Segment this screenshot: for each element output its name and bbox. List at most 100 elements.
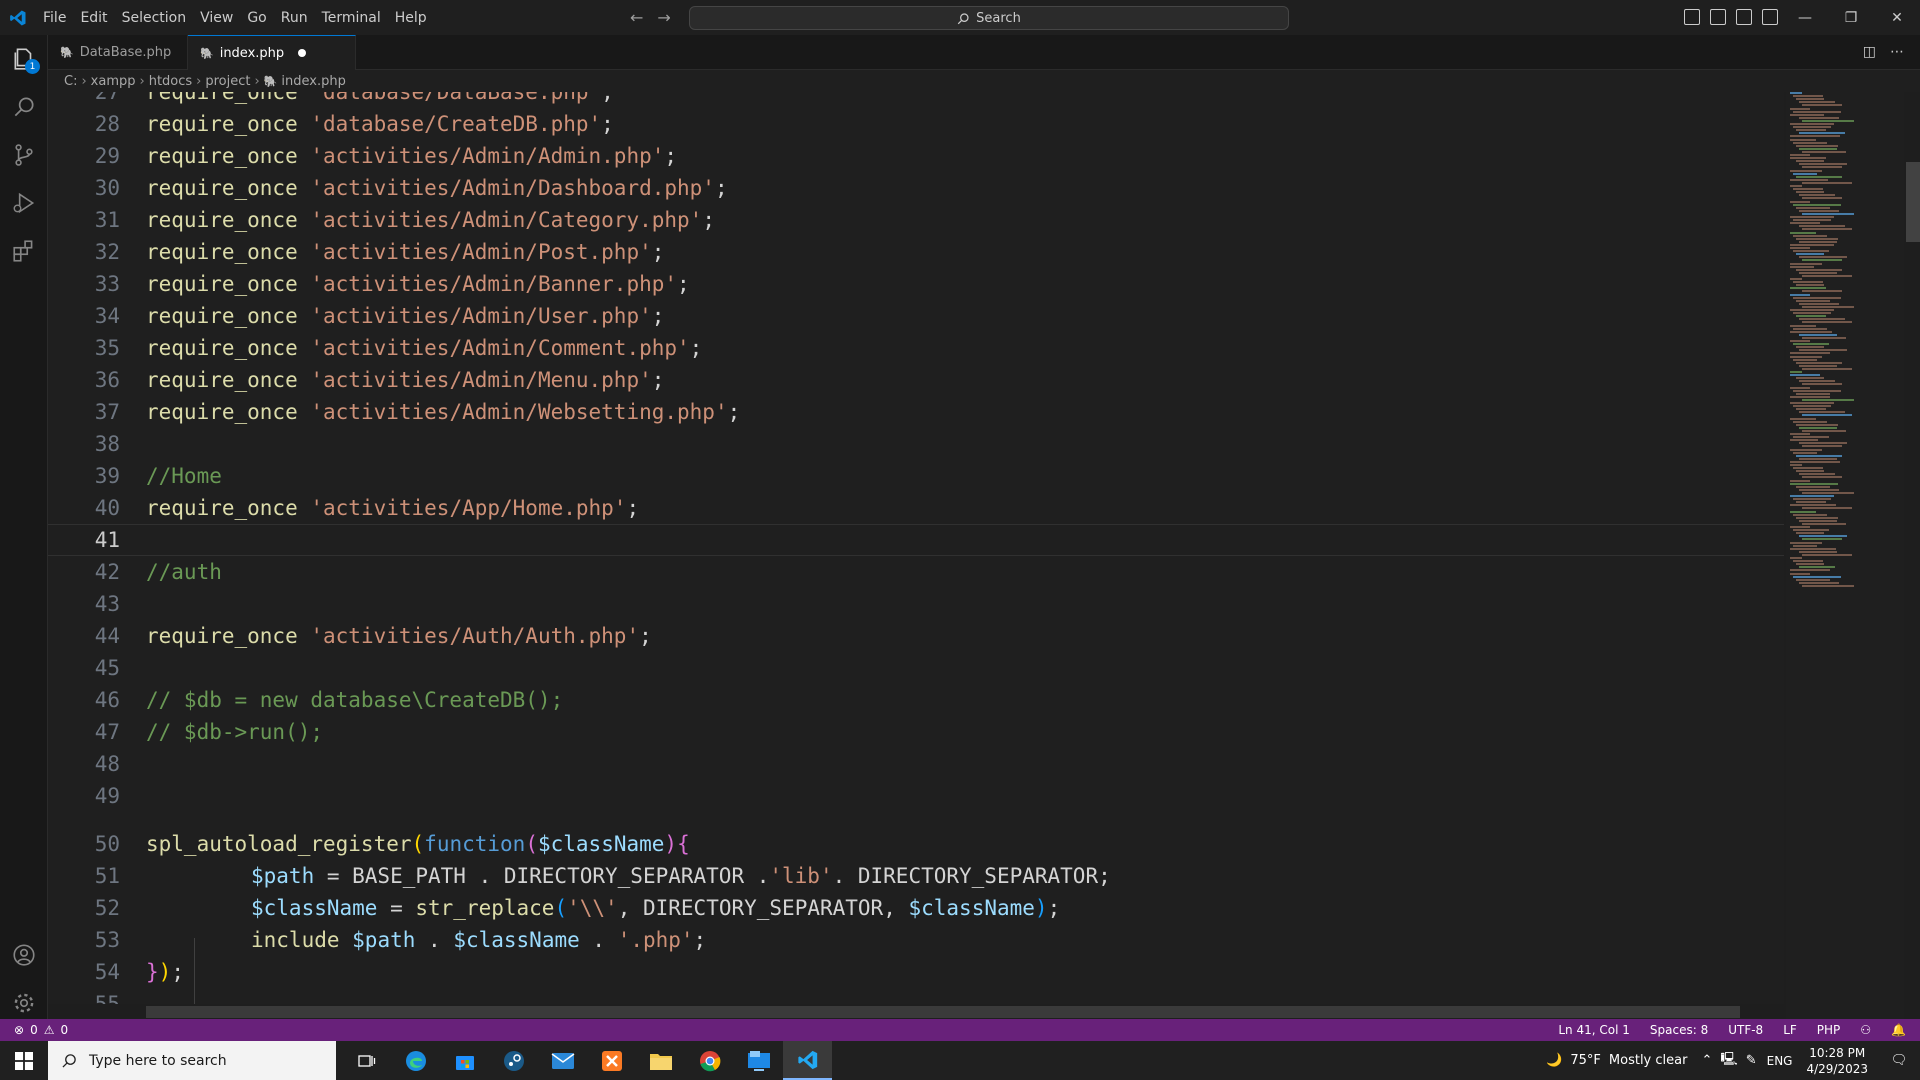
accounts-button[interactable] [0,931,48,979]
cursor-position[interactable]: Ln 41, Col 1 [1558,1023,1630,1037]
language-mode[interactable]: PHP [1817,1023,1841,1037]
code-line: 50 spl_autoload_register(function($class… [48,828,1784,860]
minimap-line [1793,312,1831,315]
back-arrow-icon[interactable]: ← [630,8,643,27]
menu-edit[interactable]: Edit [73,0,114,35]
menu-selection[interactable]: Selection [115,0,194,35]
explorer-button[interactable]: 1 [0,35,48,83]
vscode-app[interactable] [783,1041,832,1080]
code-line: 48 [48,748,1784,780]
chrome-app[interactable] [685,1041,734,1080]
indentation[interactable]: Spaces: 8 [1650,1023,1708,1037]
menu-help[interactable]: Help [388,0,434,35]
file-explorer-app[interactable] [636,1041,685,1080]
horizontal-scrollbar[interactable] [146,1006,1740,1018]
weather-desc[interactable]: Mostly clear [1609,1053,1688,1068]
breadcrumb-item[interactable]: xampp [91,74,136,89]
minimap-line [1793,544,1817,547]
steam-app[interactable] [489,1041,538,1080]
line-number: 34 [94,304,120,328]
minimap-line [1793,219,1831,222]
start-button[interactable] [0,1041,48,1080]
menu-terminal[interactable]: Terminal [315,0,388,35]
live-share-icon[interactable]: ⚇ [1860,1023,1871,1037]
weather-temp[interactable]: 75°F [1570,1053,1601,1068]
minimap-line [1799,194,1835,197]
unsaved-dot-icon[interactable] [298,49,307,57]
taskbar-search[interactable]: Type here to search [48,1041,336,1080]
command-center-search[interactable]: Search [689,6,1289,30]
line-number: 52 [94,896,120,920]
minimap-line [1790,340,1810,342]
edge-app[interactable] [391,1041,440,1080]
pen-icon[interactable]: ✎ [1746,1053,1757,1068]
minimize-icon[interactable]: — [1782,0,1828,35]
code-text: spl_autoload_register(function($classNam… [146,832,690,856]
minimap-line [1793,575,1841,578]
search-view-button[interactable] [0,83,48,131]
more-actions-icon[interactable]: ⋯ [1890,44,1904,60]
menu-go[interactable]: Go [240,0,273,35]
notifications-icon[interactable]: 🗨 [1878,1053,1920,1068]
php-file-icon: 🐘 [263,74,278,88]
chevron-up-icon[interactable]: ⌃ [1701,1053,1712,1068]
extensions-button[interactable] [0,227,48,275]
encoding[interactable]: UTF-8 [1728,1023,1763,1037]
breadcrumb-item[interactable]: project [205,74,250,89]
end-of-line[interactable]: LF [1783,1023,1797,1037]
restore-icon[interactable]: ❐ [1828,0,1874,35]
problems-indicator[interactable]: ⊗ 0 ⚠ 0 [0,1023,68,1037]
error-icon: ⊗ [14,1023,25,1037]
minimap-line [1802,166,1842,169]
minimap-line [1790,178,1828,181]
xampp-app[interactable] [587,1041,636,1080]
menu-view[interactable]: View [193,0,240,35]
activity-bottom [0,931,48,1027]
tab-database-php[interactable]: 🐘 DataBase.php [48,35,188,70]
breadcrumb-item[interactable]: C: [64,74,77,89]
minimap-line [1790,247,1810,249]
code-line: 45 [48,652,1784,684]
store-app[interactable] [440,1041,489,1080]
run-debug-button[interactable] [0,179,48,227]
forward-arrow-icon[interactable]: → [657,8,670,27]
minimap-line [1790,448,1822,451]
mail-app[interactable] [538,1041,587,1080]
menu-file[interactable]: File [36,0,73,35]
minimap-line [1790,386,1810,389]
explorer-badge: 1 [25,59,40,74]
split-editor-icon[interactable]: ◫ [1863,44,1876,60]
network-icon[interactable]: 🖳 [1720,1050,1737,1072]
breadcrumb-item[interactable]: index.php [281,74,345,89]
minimap-line [1802,507,1852,510]
toggle-primary-sidebar-icon[interactable] [1684,9,1700,25]
minimap-line [1790,557,1802,559]
code-editor[interactable]: 27 require_once 'database/DataBase.php'; 2… [48,92,1784,1004]
source-control-button[interactable] [0,131,48,179]
vertical-scrollbar[interactable] [1906,162,1920,242]
minimap-line [1790,395,1830,398]
menu-run[interactable]: Run [274,0,315,35]
taskbar-search-placeholder: Type here to search [89,1052,227,1069]
minimap-line [1802,367,1852,370]
language-indicator[interactable]: ENG [1767,1054,1793,1068]
minimap-line [1793,141,1827,144]
tab-index-php[interactable]: 🐘 index.php [188,35,356,70]
breadcrumb-item[interactable]: htdocs [149,74,192,89]
minimap-line [1790,107,1810,110]
line-number: 51 [94,864,120,888]
close-icon[interactable]: ✕ [1874,0,1920,35]
code-text: // $db->run(); [146,720,324,744]
bell-icon[interactable]: 🔔 [1891,1023,1906,1037]
clock[interactable]: 10:28 PM 4/29/2023 [1796,1045,1878,1077]
minimap-line [1796,268,1842,271]
customize-layout-icon[interactable] [1762,9,1778,25]
code-line: 40 require_once 'activities/App/Home.php'… [48,492,1784,524]
toggle-secondary-sidebar-icon[interactable] [1736,9,1752,25]
windows-logo-icon [15,1051,33,1070]
remote-desktop-app[interactable] [734,1041,783,1080]
task-view-button[interactable] [342,1041,391,1080]
toggle-panel-icon[interactable] [1710,9,1726,25]
error-count: 0 [30,1023,38,1037]
minimap[interactable] [1786,92,1904,1022]
